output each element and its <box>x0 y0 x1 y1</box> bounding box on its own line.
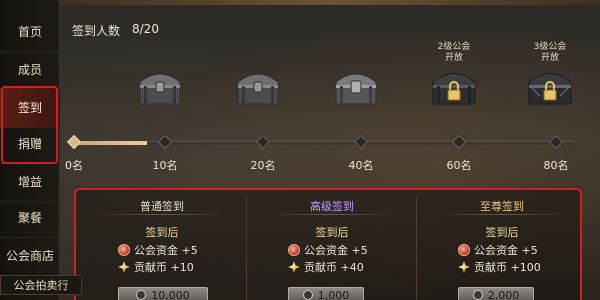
reward-fund-text: 公会资金 +5 <box>474 244 538 257</box>
reward-fund: 公会资金 +5 <box>288 242 368 258</box>
reward-coin-text: 贡献币 +100 <box>474 261 541 274</box>
chest-20[interactable] <box>228 40 288 110</box>
sidebar-item-members[interactable]: 成员 <box>0 50 60 90</box>
reward-fund-text: 公会资金 +5 <box>304 244 368 257</box>
progress-tick-label: 10名 <box>152 159 178 172</box>
after-checkin-label: 签到后 <box>485 226 519 239</box>
after-checkin-label: 签到后 <box>315 226 349 239</box>
normal-checkin-button[interactable]: 10,000 <box>118 287 208 300</box>
advanced-checkin-button[interactable]: 1,000 <box>288 287 364 300</box>
chest-80-requirement: 3级公会 开放 <box>510 42 590 64</box>
reward-coin: 贡献币 +40 <box>288 259 364 275</box>
title-divider <box>92 214 232 215</box>
locked-chest-icon <box>528 73 572 105</box>
sidebar: 首页 成员 签到 捐赠 增益 聚餐 公会商店 <box>0 0 60 300</box>
card-title: 高级签到 <box>310 200 354 213</box>
chest-80[interactable]: 3级公会 开放 <box>520 40 580 110</box>
card-supreme-checkin: 至尊签到 签到后 公会资金 +5 贡献币 +100 2,000 <box>418 190 586 300</box>
premium-currency-icon <box>472 290 483 300</box>
chest-60-label-line1: 2级公会 <box>437 42 471 52</box>
card-advanced-checkin: 高级签到 签到后 公会资金 +5 贡献币 +40 1,000 <box>248 190 416 300</box>
contribution-coin-icon <box>458 261 470 273</box>
checkin-count-label: 签到人数 <box>72 24 121 38</box>
sidebar-item-buffs[interactable]: 增益 <box>0 162 60 202</box>
chest-80-label-line2: 开放 <box>540 53 559 63</box>
chest-80-label-line1: 3级公会 <box>533 42 567 52</box>
chest-60[interactable]: 2级公会 开放 <box>424 40 484 110</box>
checkin-progress-fill <box>74 141 147 145</box>
reward-coin-text: 贡献币 +10 <box>134 261 194 274</box>
chest-40[interactable] <box>326 40 386 110</box>
cost-value: 2,000 <box>487 288 520 300</box>
cost-value: 10,000 <box>151 288 190 300</box>
reward-fund: 公会资金 +5 <box>118 242 198 258</box>
guild-checkin-screen: 首页 成员 签到 捐赠 增益 聚餐 公会商店 公会拍卖行 签到人数 8/20 2… <box>0 0 600 300</box>
chest-60-requirement: 2级公会 开放 <box>414 42 494 64</box>
supreme-checkin-button[interactable]: 2,000 <box>458 287 534 300</box>
top-border <box>58 0 600 5</box>
card-title: 至尊签到 <box>480 200 524 213</box>
progress-tick-label: 40名 <box>348 159 374 172</box>
reward-coin-text: 贡献币 +40 <box>304 261 364 274</box>
sidebar-item-guild-shop[interactable]: 公会商店 <box>0 236 60 276</box>
guild-fund-icon <box>118 244 130 256</box>
sidebar-item-home[interactable]: 首页 <box>0 12 60 52</box>
sidebar-item-guild-auction[interactable]: 公会拍卖行 <box>0 275 82 295</box>
guild-fund-icon <box>288 244 300 256</box>
card-title: 普通签到 <box>140 200 184 213</box>
chest-icon <box>139 73 181 105</box>
checkin-count-value: 8/20 <box>132 22 159 36</box>
premium-currency-icon <box>302 290 313 300</box>
progress-tick-label: 0名 <box>65 159 83 172</box>
chest-10[interactable] <box>130 40 190 110</box>
after-checkin-label: 签到后 <box>145 226 179 239</box>
sidebar-item-checkin[interactable]: 签到 <box>0 88 60 128</box>
contribution-coin-icon <box>118 261 130 273</box>
title-divider <box>262 214 402 215</box>
locked-chest-icon <box>432 73 476 105</box>
progress-tick-label: 20名 <box>250 159 276 172</box>
reward-coin: 贡献币 +100 <box>458 259 541 275</box>
reward-fund: 公会资金 +5 <box>458 242 538 258</box>
progress-tick-label: 60名 <box>446 159 472 172</box>
progress-tick-label: 80名 <box>543 159 569 172</box>
cost-value: 1,000 <box>317 288 350 300</box>
card-divider <box>416 196 417 300</box>
chest-60-label-line2: 开放 <box>444 53 463 63</box>
guild-fund-icon <box>458 244 470 256</box>
reward-fund-text: 公会资金 +5 <box>134 244 198 257</box>
chest-icon <box>335 73 377 105</box>
contribution-coin-icon <box>288 261 300 273</box>
checkin-progress-track <box>74 141 574 145</box>
title-divider <box>432 214 572 215</box>
sidebar-item-feast[interactable]: 聚餐 <box>0 198 60 238</box>
sidebar-item-donate[interactable]: 捐赠 <box>0 124 60 164</box>
card-normal-checkin: 普通签到 签到后 公会资金 +5 贡献币 +10 10,000 <box>78 190 246 300</box>
reward-coin: 贡献币 +10 <box>118 259 194 275</box>
silver-coin-icon <box>136 290 147 300</box>
card-divider <box>246 196 247 300</box>
chest-icon <box>237 73 279 105</box>
